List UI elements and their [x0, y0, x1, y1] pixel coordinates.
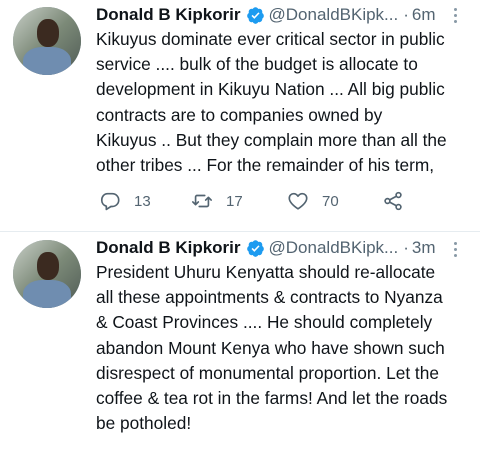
reply-button[interactable]: 13 [99, 189, 151, 213]
tweet-timestamp[interactable]: 6m [412, 5, 436, 25]
tweet-timestamp[interactable]: 3m [412, 238, 436, 258]
tweet-text: President Uhuru Kenyatta should re-alloc… [96, 262, 448, 434]
reply-icon [100, 192, 120, 211]
retweet-count: 17 [226, 192, 243, 210]
author-name[interactable]: Donald B Kipkorir [96, 5, 241, 25]
more-vertical-icon[interactable] [450, 6, 460, 26]
separator-dot: · [403, 238, 409, 257]
author-name[interactable]: Donald B Kipkorir [96, 238, 241, 258]
tweet-header: Donald B Kipkorir @DonaldBKipk... · 6m [96, 3, 436, 27]
author-handle[interactable]: @DonaldBKipk... [269, 5, 399, 25]
tweet[interactable]: Donald B Kipkorir @DonaldBKipk... · 6m K… [0, 0, 480, 232]
share-icon [384, 191, 402, 211]
avatar-face [37, 252, 59, 280]
separator-dot: · [403, 5, 409, 24]
more-vertical-icon[interactable] [450, 240, 460, 260]
share-button[interactable] [382, 189, 404, 213]
author-handle[interactable]: @DonaldBKipk... [269, 238, 399, 258]
heart-icon [288, 192, 308, 210]
like-button[interactable]: 70 [287, 189, 339, 213]
retweet-icon [192, 194, 212, 208]
retweet-button[interactable]: 17 [191, 189, 243, 213]
verified-badge-icon [246, 239, 264, 257]
tweet-text: Kikuyus dominate ever critical sector in… [96, 29, 447, 176]
verified-badge-icon [246, 6, 264, 24]
like-count: 70 [322, 192, 339, 210]
avatar-shirt [23, 47, 71, 75]
tweet[interactable]: Donald B Kipkorir @DonaldBKipk... · 3m P… [0, 232, 480, 451]
avatar[interactable] [13, 240, 81, 308]
tweet-header: Donald B Kipkorir @DonaldBKipk... · 3m [96, 236, 436, 260]
avatar-face [37, 19, 59, 47]
tweet-actions: 13 17 70 [96, 189, 416, 213]
avatar-shirt [23, 280, 71, 308]
avatar[interactable] [13, 7, 81, 75]
reply-count: 13 [134, 192, 151, 210]
